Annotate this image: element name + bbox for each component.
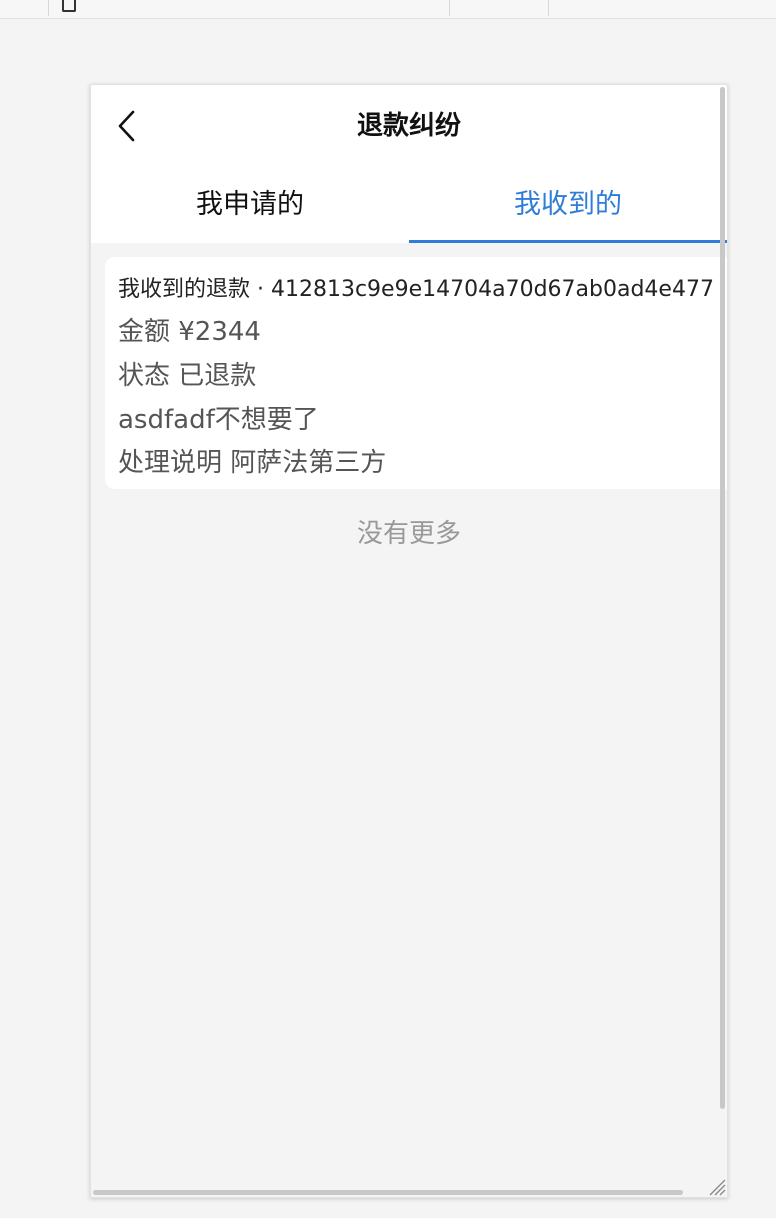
devtools-segment[interactable] [0, 0, 49, 16]
tab-bar: 我申请的 我收到的 [91, 167, 727, 243]
horizontal-scrollbar[interactable] [93, 1190, 683, 1195]
active-tab-indicator [409, 240, 727, 243]
devtools-toolbar [0, 0, 776, 19]
refund-reason: asdfadf不想要了 [118, 405, 319, 435]
nav-bar: 退款纠纷 [91, 85, 727, 167]
refund-card[interactable]: 我收到的退款 · 412813c9e9e14704a70d67ab0ad4e47… [105, 257, 727, 489]
list-end-text: 没有更多 [356, 519, 461, 549]
tab-my-applications[interactable]: 我申请的 [91, 167, 409, 243]
refund-handling-note: 处理说明 阿萨法第三方 [118, 448, 387, 478]
vertical-scrollbar[interactable] [720, 87, 725, 1109]
refund-status: 状态 已退款 [118, 361, 257, 391]
devtools-throttle-dropdown[interactable] [440, 0, 549, 16]
device-viewport: 退款纠纷 我申请的 我收到的 我收到的退款 · 412813c9e9e14704… [90, 84, 728, 1198]
refund-title: 我收到的退款 · 412813c9e9e14704a70d67ab0ad4e47… [118, 277, 714, 302]
resize-grip-icon[interactable] [704, 1174, 726, 1196]
devtools-dimensions-dropdown[interactable] [103, 0, 450, 16]
page-title: 退款纠纷 [356, 111, 461, 141]
tab-received[interactable]: 我收到的 [409, 167, 727, 243]
devtools-useragent-field[interactable] [540, 0, 776, 16]
device-toolbar-icon[interactable] [62, 0, 76, 12]
refund-amount: 金额 ¥2344 [118, 317, 261, 347]
